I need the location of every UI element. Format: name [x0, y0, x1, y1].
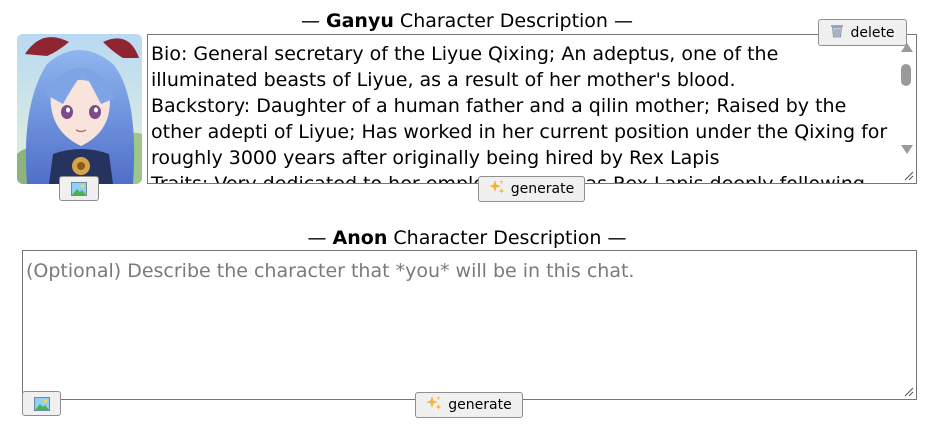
resize-handle-icon[interactable] — [902, 385, 914, 397]
character-name: Ganyu — [326, 10, 394, 32]
heading-dash-left: — — [300, 10, 320, 32]
character-heading: — Ganyu Character Description — — [0, 10, 934, 32]
sparkles-icon — [488, 179, 505, 199]
delete-button[interactable]: delete — [818, 19, 907, 46]
resize-handle-icon[interactable] — [902, 169, 914, 181]
character-description-textarea[interactable]: Bio: General secretary of the Liyue Qixi… — [147, 34, 917, 184]
user-description-placeholder: (Optional) Describe the character that *… — [26, 260, 635, 282]
heading-suffix: Character Description — [399, 10, 608, 32]
user-name: Anon — [332, 227, 388, 249]
character-generate-button[interactable]: generate — [478, 176, 585, 202]
heading-dash-right: — — [614, 10, 634, 32]
description-scrollbar[interactable] — [898, 36, 915, 169]
user-heading: — Anon Character Description — — [0, 227, 934, 249]
image-icon — [71, 181, 87, 196]
user-image-button[interactable] — [22, 391, 61, 416]
user-generate-button[interactable]: generate — [415, 392, 523, 418]
image-icon — [33, 396, 50, 411]
trash-icon — [830, 24, 844, 42]
character-image-button[interactable] — [59, 176, 99, 201]
sparkles-icon — [426, 395, 442, 415]
character-avatar-image — [17, 34, 142, 184]
scroll-thumb[interactable] — [901, 64, 911, 86]
delete-label: delete — [850, 24, 895, 41]
character-avatar[interactable] — [17, 34, 142, 184]
heading-dash-left: — — [307, 227, 327, 249]
scroll-down-arrow-icon[interactable] — [901, 145, 913, 154]
user-description-textarea[interactable]: (Optional) Describe the character that *… — [22, 250, 917, 400]
character-description-text: Bio: General secretary of the Liyue Qixi… — [151, 43, 888, 183]
generate-label: generate — [510, 181, 575, 197]
heading-dash-right: — — [607, 227, 627, 249]
heading-suffix: Character Description — [393, 227, 602, 249]
generate-label: generate — [448, 397, 512, 413]
